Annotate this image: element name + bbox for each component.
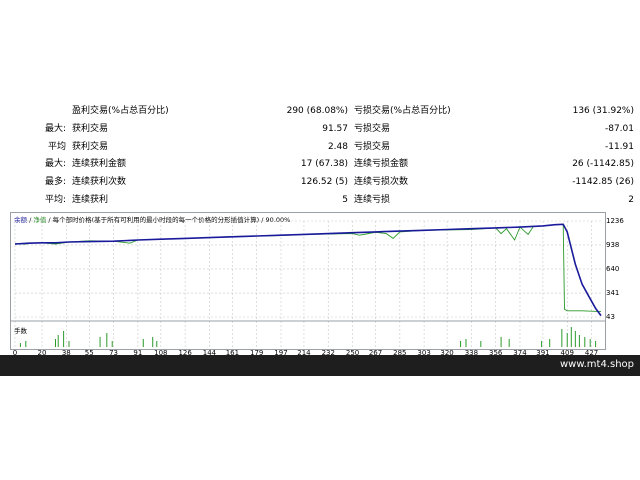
y-tick-label: 640 — [606, 264, 620, 273]
stat-name-2: 亏损交易 — [354, 141, 391, 152]
stat-value: 17 (67.38) — [300, 159, 348, 170]
stat-prefix: 平均: — [44, 194, 66, 205]
stat-name-2: 亏损交易(%占总百分比) — [354, 106, 451, 116]
stats-row: 平均 获利交易 2.48 亏损交易 -11.91 — [0, 139, 640, 157]
stats-row: 最多: 连续获利次数 126.52 (5) 连续亏损次数 -1142.85 (26) — [0, 174, 640, 192]
chart-plot — [11, 220, 605, 347]
stat-prefix: 最大: — [44, 123, 66, 134]
stat-name: 连续获利 — [72, 194, 109, 205]
stat-value-2: 2 — [628, 194, 634, 205]
bottom-bar: www.mt4.shop — [0, 355, 640, 376]
stat-name: 获利交易 — [72, 141, 109, 152]
stats-table: 盈利交易(%占总百分比) 290 (68.08%) 亏损交易(%占总百分比) 136 … — [0, 103, 640, 210]
stat-value-2: 136 (31.92%) — [572, 106, 634, 116]
y-tick-label: 938 — [606, 240, 620, 249]
stat-value: 5 — [342, 194, 348, 205]
stat-name: 连续获利次数 — [72, 177, 127, 188]
stat-value-2: -11.91 — [604, 141, 634, 152]
stat-value-2: -1142.85 (26) — [572, 177, 634, 188]
y-tick-label: 43 — [606, 313, 615, 321]
stat-name: 盈利交易(%占总百分比) — [72, 106, 169, 116]
stats-row: 最大: 获利交易 91.57 亏损交易 -87.01 — [0, 121, 640, 139]
stats-row: 盈利交易(%占总百分比) 290 (68.08%) 亏损交易(%占总百分比) 136 … — [0, 103, 640, 121]
stat-prefix: 平均 — [47, 141, 66, 152]
stat-name-2: 连续亏损 — [354, 194, 391, 205]
stat-value: 2.48 — [327, 141, 348, 152]
stat-value-2: -87.01 — [604, 123, 634, 134]
balance-chart: 余额 / 净值 / 每个部时价格(基于所有可利用的最小时段的每一个价格的分形插值… — [10, 212, 606, 350]
stat-value: 126.52 (5) — [300, 177, 348, 188]
equity-line — [14, 223, 602, 313]
stat-name-2: 亏损交易 — [354, 123, 391, 134]
stats-row: 平均: 连续获利 5 连续亏损 2 — [0, 192, 640, 210]
volume-label: 手数 — [14, 327, 27, 335]
stat-name: 连续获利金额 — [72, 159, 127, 170]
stat-value-2: 26 (-1142.85) — [572, 159, 634, 170]
y-tick-label: 341 — [606, 289, 620, 298]
stat-prefix: 最大: — [44, 159, 66, 170]
stat-name-2: 连续亏损金额 — [354, 159, 409, 170]
stat-value: 91.57 — [322, 123, 348, 134]
stats-row: 最大: 连续获利金额 17 (67.38) 连续亏损金额 26 (-1142.85) — [0, 156, 640, 174]
stat-prefix: 最多: — [44, 177, 66, 188]
stat-value: 290 (68.08%) — [286, 106, 348, 116]
stat-name-2: 连续亏损次数 — [354, 177, 409, 188]
watermark: www.mt4.shop — [559, 359, 634, 370]
stat-name: 获利交易 — [72, 123, 109, 134]
y-tick-label: 1236 — [606, 217, 624, 225]
